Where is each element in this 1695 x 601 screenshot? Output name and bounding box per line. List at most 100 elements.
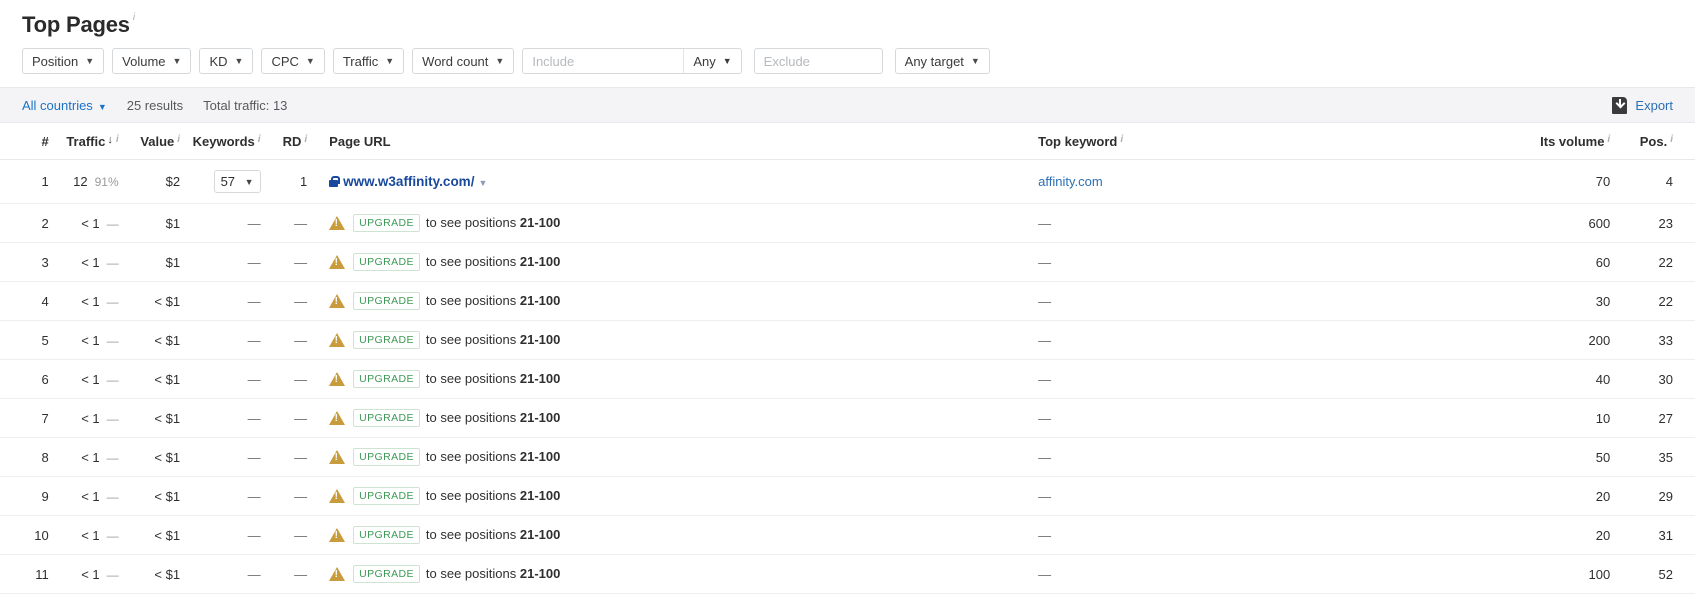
col-header-page-url[interactable]: Page URL: [307, 123, 1039, 160]
upgrade-badge[interactable]: UPGRADE: [353, 253, 420, 271]
top-keyword[interactable]: affinity.com: [1038, 174, 1103, 189]
top-keyword: —: [1038, 293, 1052, 309]
cell-page-url: www.w3affinity.com/ ▼: [307, 159, 1039, 204]
table-row[interactable]: 4 < 1 — < $1 — — UPGRADE to see positions 21-10…: [0, 281, 1695, 321]
filter-word-count[interactable]: Word count ▼: [412, 48, 515, 74]
export-button[interactable]: Export: [1612, 96, 1673, 114]
cell-position: 33: [1610, 320, 1695, 360]
cell-keywords: —: [180, 554, 261, 594]
upgrade-badge[interactable]: UPGRADE: [353, 487, 420, 505]
position-value: 27: [1658, 410, 1673, 426]
info-icon[interactable]: i: [1607, 135, 1610, 145]
info-icon[interactable]: i: [116, 135, 119, 145]
include-mode-label: Any: [693, 53, 716, 69]
filter-kd[interactable]: KD ▼: [199, 48, 254, 74]
table-row[interactable]: 2 < 1 — $1 — — UPGRADE to see positions 21-100 —…: [0, 203, 1695, 243]
its-volume-value: 10: [1595, 410, 1611, 426]
upgrade-badge[interactable]: UPGRADE: [353, 565, 420, 583]
col-header-rd[interactable]: RD i: [260, 123, 308, 160]
all-countries-dropdown[interactable]: All countries ▼: [22, 98, 107, 113]
position-value: 23: [1658, 215, 1673, 231]
cell-top-keyword: —: [1038, 554, 1452, 594]
col-header-top-keyword[interactable]: Top keyword i: [1038, 123, 1452, 160]
cell-rd: —: [260, 554, 308, 594]
top-keyword: —: [1038, 566, 1052, 582]
col-header-value[interactable]: Value i: [118, 123, 181, 160]
col-header-traffic[interactable]: Traffic ↓ i: [48, 123, 119, 160]
info-icon[interactable]: i: [258, 135, 261, 145]
upgrade-badge[interactable]: UPGRADE: [353, 409, 420, 427]
upgrade-text: to see positions: [425, 566, 517, 581]
cell-value: < $1: [118, 359, 181, 399]
info-icon[interactable]: i: [133, 13, 135, 23]
value-amount: < $1: [154, 449, 181, 465]
warning-icon: [329, 528, 346, 542]
upgrade-position-range: 21-100: [519, 410, 561, 425]
table-row[interactable]: 7 < 1 — < $1 — — UPGRADE to see positions 21-10…: [0, 398, 1695, 438]
upgrade-badge[interactable]: UPGRADE: [353, 370, 420, 388]
table-row[interactable]: 6 < 1 — < $1 — — UPGRADE to see positions 21-10…: [0, 359, 1695, 399]
chevron-down-icon[interactable]: ▼: [478, 178, 487, 188]
col-header-keywords-label: Keywords: [192, 134, 255, 149]
keywords-count: —: [247, 215, 261, 231]
value-amount: $2: [165, 174, 181, 189]
keywords-count: —: [247, 527, 261, 543]
any-target-dropdown[interactable]: Any target ▼: [894, 48, 990, 74]
keywords-count: —: [247, 293, 261, 309]
col-header-pos[interactable]: Pos. i: [1610, 123, 1695, 160]
include-mode-dropdown[interactable]: Any ▼: [683, 49, 740, 73]
col-header-its-volume[interactable]: Its volume i: [1451, 123, 1611, 160]
cell-page-url: UPGRADE to see positions 21-100: [307, 203, 1039, 243]
filter-cpc[interactable]: CPC ▼: [261, 48, 325, 74]
chevron-down-icon: ▼: [244, 176, 254, 187]
upgrade-badge[interactable]: UPGRADE: [353, 214, 420, 232]
table-row[interactable]: 8 < 1 — < $1 — — UPGRADE to see positions 21-10…: [0, 437, 1695, 477]
keywords-dropdown[interactable]: 57 ▼: [213, 170, 261, 193]
info-icon[interactable]: i: [1120, 135, 1123, 145]
col-header-keywords[interactable]: Keywords i: [180, 123, 261, 160]
traffic-value: < 1: [81, 371, 100, 387]
traffic-percent: —: [106, 411, 119, 426]
warning-icon: [329, 372, 346, 386]
table-row[interactable]: 5 < 1 — < $1 — — UPGRADE to see positions 21-10…: [0, 320, 1695, 360]
table-row[interactable]: 3 < 1 — $1 — — UPGRADE to see positions 21-100 —…: [0, 242, 1695, 282]
info-icon[interactable]: i: [1670, 135, 1673, 145]
row-number: 6: [41, 371, 49, 387]
its-volume-value: 600: [1588, 215, 1611, 231]
row-number: 11: [35, 566, 49, 582]
include-input[interactable]: [523, 49, 684, 73]
cell-row-number: 3: [0, 242, 49, 282]
filter-cpc-label: CPC: [271, 53, 299, 69]
upgrade-badge[interactable]: UPGRADE: [353, 526, 420, 544]
row-number: 8: [41, 449, 49, 465]
row-number: 3: [41, 254, 49, 270]
upgrade-badge[interactable]: UPGRADE: [353, 448, 420, 466]
cell-row-number: 1: [0, 159, 49, 204]
table-row[interactable]: 9 < 1 — < $1 — — UPGRADE to see positions 21-10…: [0, 476, 1695, 516]
lock-icon: [329, 176, 341, 187]
filter-traffic[interactable]: Traffic ▼: [332, 48, 405, 74]
upgrade-badge[interactable]: UPGRADE: [353, 331, 420, 349]
traffic-value: < 1: [81, 254, 100, 270]
table-row[interactable]: 11 < 1 — < $1 — — UPGRADE to see positions 21-1…: [0, 554, 1695, 594]
row-number: 9: [41, 488, 49, 504]
filter-position[interactable]: Position ▼: [22, 48, 105, 74]
upgrade-badge[interactable]: UPGRADE: [353, 292, 420, 310]
col-header-num[interactable]: #: [0, 123, 49, 160]
info-icon[interactable]: i: [177, 135, 180, 145]
chevron-down-icon: ▼: [97, 101, 107, 112]
keywords-count: 57: [220, 174, 236, 189]
cell-keywords: —: [180, 320, 261, 360]
table-row[interactable]: 1 12 91% $2 57 ▼ 1 www.w3affinity.com/ ▼ affinity…: [0, 159, 1695, 204]
info-icon[interactable]: i: [304, 135, 307, 145]
exclude-input[interactable]: [754, 49, 882, 73]
warning-icon: [329, 450, 346, 464]
table-body: 1 12 91% $2 57 ▼ 1 www.w3affinity.com/▼ affinity…: [0, 159, 1695, 594]
table-row[interactable]: 10 < 1 — < $1 — — UPGRADE to see positions 21-1…: [0, 515, 1695, 555]
upgrade-text: to see positions: [425, 410, 517, 425]
page-url-link[interactable]: www.w3affinity.com/: [343, 174, 474, 189]
cell-rd: —: [260, 359, 308, 399]
filter-volume[interactable]: Volume ▼: [112, 48, 192, 74]
upgrade-position-range: 21-100: [519, 488, 561, 503]
upgrade-text: to see positions: [425, 527, 517, 542]
